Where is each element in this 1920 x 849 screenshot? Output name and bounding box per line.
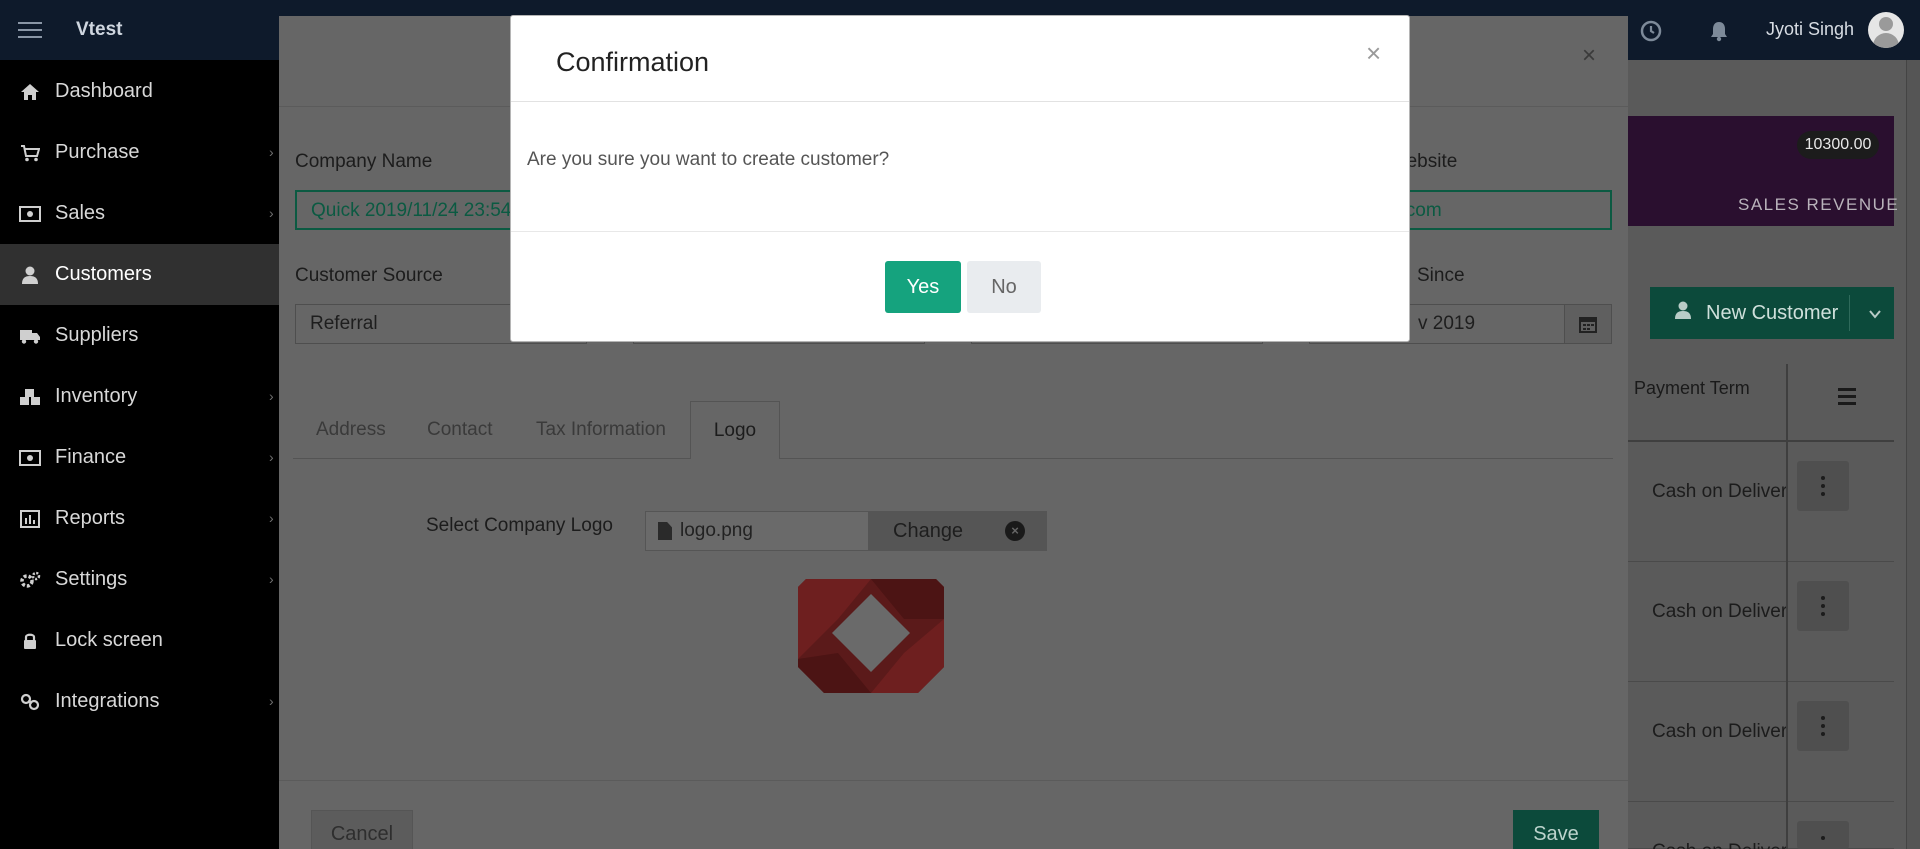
sidebar-item-integrations[interactable]: Integrations ›: [0, 671, 279, 732]
dialog-title: Confirmation: [556, 47, 710, 77]
money-icon: [18, 204, 42, 224]
table-row[interactable]: Cash on Delivery: [1628, 442, 1894, 562]
new-customer-label: New Customer: [1706, 301, 1839, 324]
sidebar-item-label: Reports: [55, 507, 126, 529]
row-actions-icon[interactable]: [1797, 701, 1849, 751]
payment-term-cell: Cash on Delivery: [1652, 841, 1786, 849]
link-icon: [18, 692, 42, 712]
sidebar-item-finance[interactable]: Finance ›: [0, 427, 279, 488]
money-icon: [18, 448, 42, 468]
website-label: Website: [1403, 151, 1458, 172]
clock-icon[interactable]: [1640, 20, 1662, 42]
sales-revenue-label: SALES REVENUE: [1738, 195, 1900, 214]
tab-address[interactable]: Address: [316, 419, 386, 441]
sidebar-item-label: Finance: [55, 446, 127, 468]
sidebar-item-label: Settings: [55, 568, 128, 590]
user-icon: [1674, 301, 1692, 325]
logo-file-name: logo.png: [680, 520, 753, 541]
row-actions-icon[interactable]: [1797, 581, 1849, 631]
tab-contact[interactable]: Contact: [427, 419, 492, 441]
user-avatar[interactable]: [1868, 12, 1904, 48]
calendar-icon[interactable]: [1564, 304, 1612, 344]
chevron-down-icon[interactable]: [1868, 304, 1882, 327]
chevron-right-icon: ›: [269, 571, 274, 587]
cubes-icon: [18, 387, 42, 407]
truck-icon: [18, 326, 42, 346]
table-header: Payment Term: [1628, 364, 1894, 442]
no-button[interactable]: No: [967, 261, 1041, 313]
sidebar-item-label: Sales: [55, 202, 106, 224]
remove-file-icon[interactable]: ×: [1005, 521, 1025, 541]
table-row[interactable]: Cash on Delivery: [1628, 682, 1894, 802]
select-logo-label: Select Company Logo: [426, 515, 613, 536]
sidebar-item-label: Customers: [55, 263, 152, 285]
column-header-payment-term[interactable]: Payment Term: [1634, 378, 1750, 399]
row-actions-icon[interactable]: [1797, 461, 1849, 511]
chevron-right-icon: ›: [269, 388, 274, 404]
file-icon: [658, 522, 672, 540]
chevron-right-icon: ›: [269, 205, 274, 221]
hamburger-menu-icon[interactable]: [18, 22, 42, 38]
company-logo-image: [798, 579, 944, 693]
sidebar: Dashboard Purchase › Sales › Customers S…: [0, 60, 279, 849]
confirmation-dialog: Confirmation × Are you sure you want to …: [510, 15, 1410, 342]
user-name[interactable]: Jyoti Singh: [1766, 19, 1854, 40]
cancel-button[interactable]: Cancel: [311, 810, 413, 849]
chevron-right-icon: ›: [269, 693, 274, 709]
save-button[interactable]: Save: [1513, 810, 1599, 849]
sidebar-item-purchase[interactable]: Purchase ›: [0, 122, 279, 183]
sidebar-item-label: Suppliers: [55, 324, 139, 346]
sidebar-item-label: Dashboard: [55, 80, 153, 102]
new-customer-button[interactable]: New Customer: [1650, 287, 1894, 339]
close-icon[interactable]: ×: [1366, 40, 1381, 66]
sidebar-item-reports[interactable]: Reports ›: [0, 488, 279, 549]
bar-chart-icon: [18, 509, 42, 529]
sidebar-item-suppliers[interactable]: Suppliers: [0, 305, 279, 366]
table-row[interactable]: Cash on Delivery: [1628, 802, 1894, 849]
row-actions-icon[interactable]: [1797, 821, 1849, 849]
customer-source-label: Customer Source: [295, 265, 443, 286]
payment-term-cell: Cash on Delivery: [1652, 481, 1786, 502]
close-icon[interactable]: ×: [1582, 42, 1596, 70]
company-name-label: Company Name: [295, 151, 433, 172]
chevron-right-icon: ›: [269, 449, 274, 465]
tab-tax-information[interactable]: Tax Information: [536, 419, 666, 441]
sidebar-item-customers[interactable]: Customers: [0, 244, 279, 305]
logo-file-input[interactable]: logo.png: [645, 511, 869, 551]
chevron-right-icon: ›: [269, 510, 274, 526]
company-name-input[interactable]: Quick 2019/11/24 23:54: [295, 190, 535, 230]
tab-logo[interactable]: Logo: [690, 401, 780, 459]
sidebar-item-sales[interactable]: Sales ›: [0, 183, 279, 244]
sidebar-item-settings[interactable]: Settings ›: [0, 549, 279, 610]
page-scrollbar[interactable]: [1906, 60, 1920, 849]
app-name: Vtest: [76, 19, 123, 40]
chevron-right-icon: ›: [269, 144, 274, 160]
sales-revenue-value: 10300.00: [1797, 131, 1879, 159]
sidebar-item-lock-screen[interactable]: Lock screen: [0, 610, 279, 671]
lock-icon: [18, 631, 42, 651]
payment-term-cell: Cash on Delivery: [1652, 721, 1786, 742]
table-row[interactable]: Cash on Delivery: [1628, 562, 1894, 682]
home-icon: [18, 82, 42, 102]
column-menu-icon[interactable]: [1838, 388, 1856, 409]
bell-icon[interactable]: [1708, 20, 1730, 42]
dialog-message: Are you sure you want to create customer…: [527, 149, 890, 170]
yes-button[interactable]: Yes: [885, 261, 961, 313]
sidebar-item-label: Integrations: [55, 690, 160, 712]
sidebar-item-label: Purchase: [55, 141, 140, 163]
gears-icon: [18, 570, 42, 590]
sidebar-item-label: Inventory: [55, 385, 138, 407]
sidebar-item-dashboard[interactable]: Dashboard: [0, 61, 279, 122]
payment-term-cell: Cash on Delivery: [1652, 601, 1786, 622]
website-input[interactable]: c.com: [1395, 190, 1612, 230]
sidebar-item-label: Lock screen: [55, 629, 163, 651]
user-icon: [18, 265, 42, 285]
change-logo-button[interactable]: Change ×: [869, 511, 1047, 551]
customer-since-label: Since: [1417, 265, 1465, 286]
cart-icon: [18, 143, 42, 163]
sidebar-item-inventory[interactable]: Inventory ›: [0, 366, 279, 427]
